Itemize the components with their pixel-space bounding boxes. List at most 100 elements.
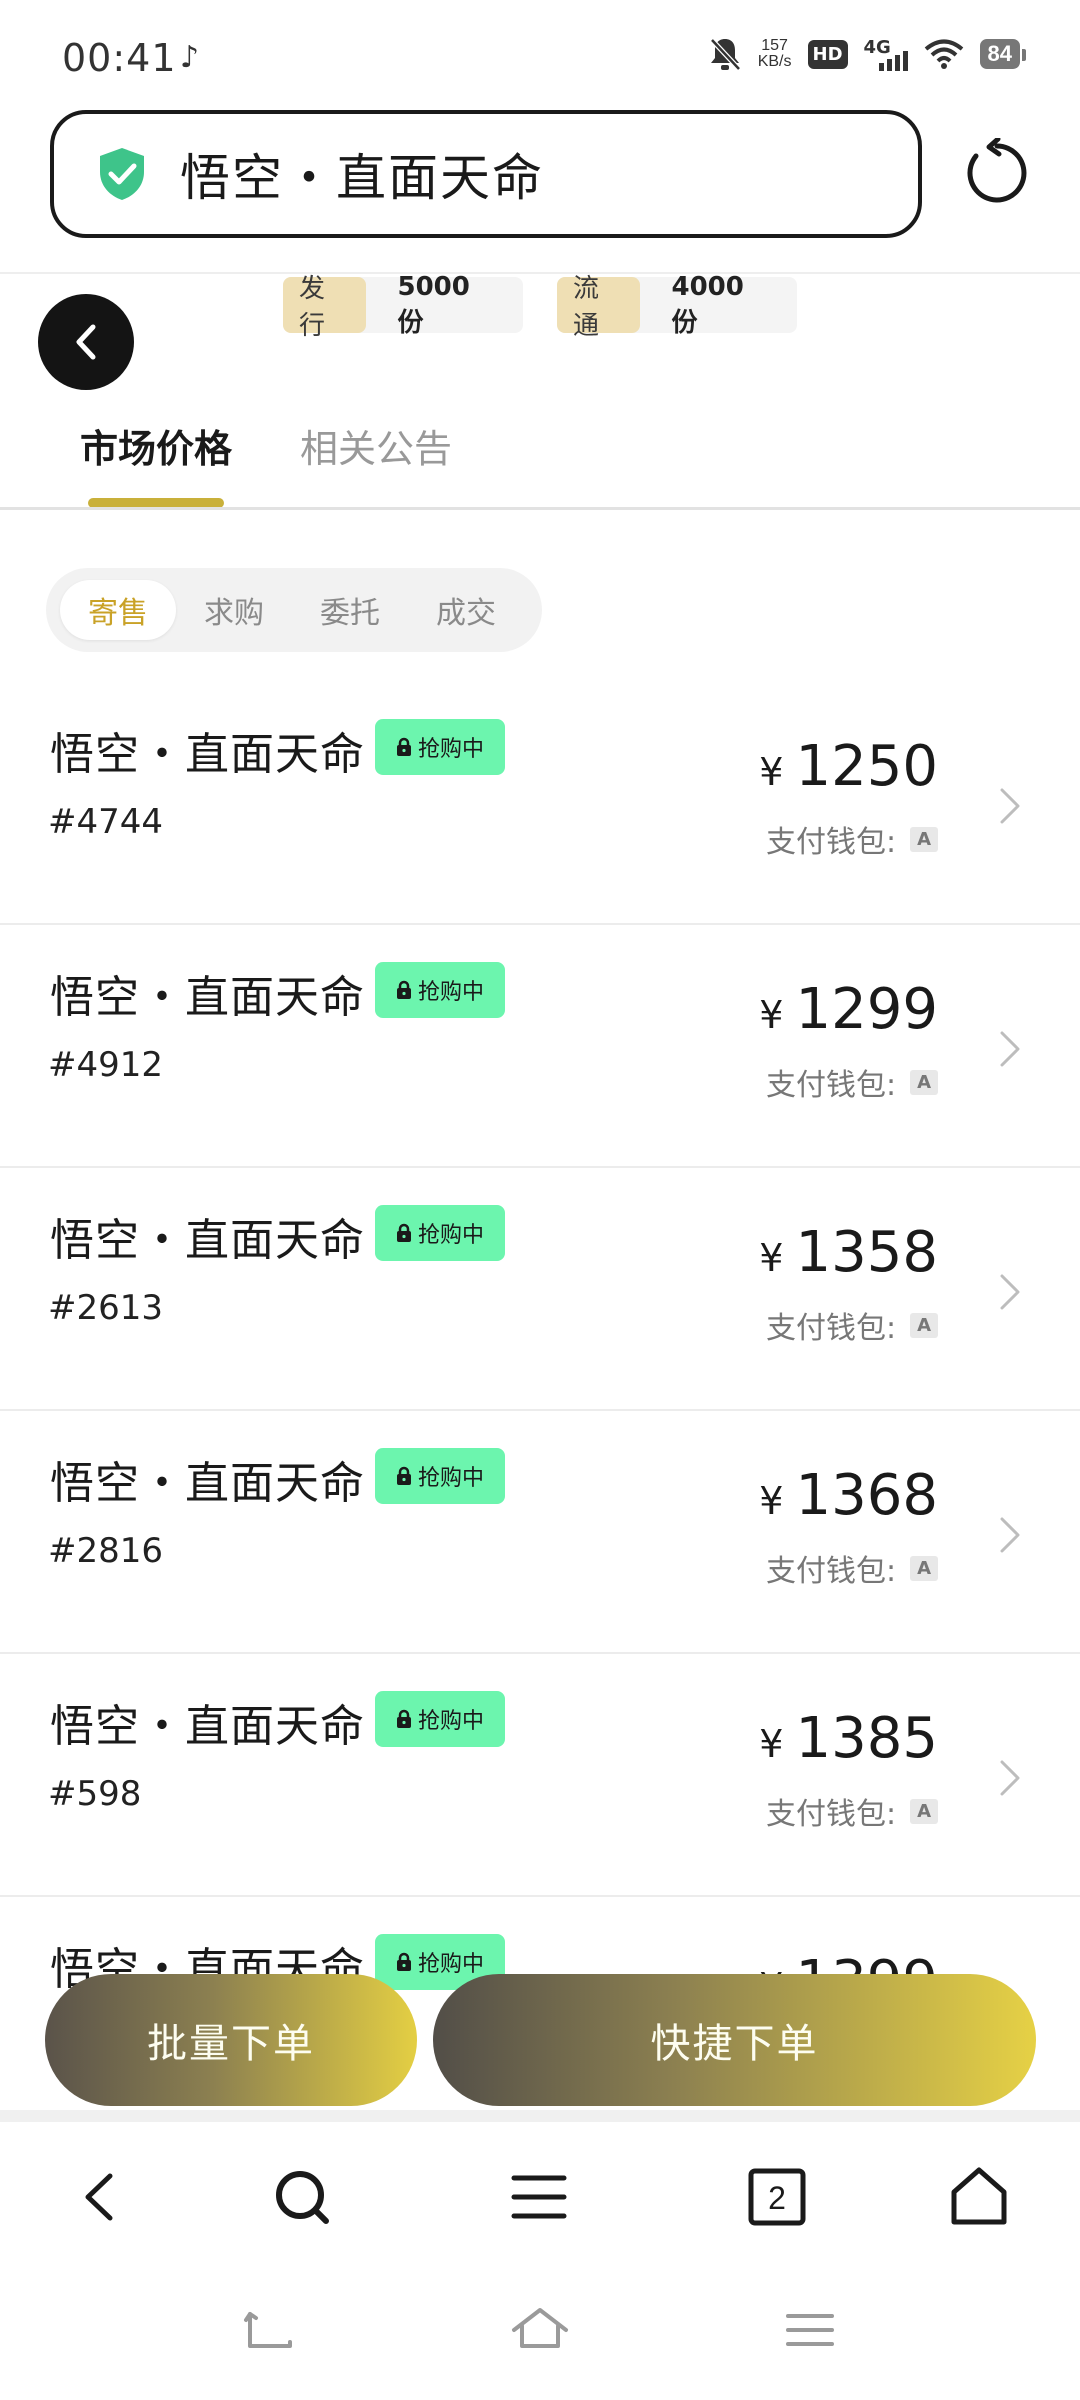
- price-amount: 1385: [795, 1706, 938, 1771]
- currency-symbol: ¥: [759, 1236, 784, 1280]
- price-amount: 1368: [795, 1463, 938, 1528]
- listing-filter: 寄售 求购 委托 成交: [46, 568, 542, 652]
- filter-consignment[interactable]: 寄售: [60, 580, 176, 640]
- address-bar[interactable]: 悟空・直面天命: [50, 110, 922, 238]
- price: ¥ 1299: [759, 977, 938, 1042]
- shield-check-icon: [100, 148, 144, 200]
- item-name: 悟空・直面天命: [50, 1458, 365, 1509]
- back-button[interactable]: [38, 294, 134, 390]
- circulation-chip: 流通 4000份: [557, 272, 797, 341]
- browser-toolbar: 2: [0, 2122, 1080, 2282]
- issue-value: 5000份: [397, 271, 470, 338]
- list-item[interactable]: 悟空・直面天命 抢购中 #4744 ¥ 1250 支付钱包: A: [0, 682, 1080, 925]
- badge-label: 抢购中: [417, 737, 484, 762]
- lock-icon: [396, 737, 411, 756]
- battery-icon: 84: [979, 39, 1027, 69]
- tabs-icon[interactable]: 2: [742, 2162, 812, 2232]
- currency-symbol: ¥: [759, 750, 784, 794]
- home-icon[interactable]: [944, 2162, 1014, 2232]
- speed-unit: KB/s: [757, 53, 792, 70]
- chevron-right-icon: [1000, 1517, 1020, 1553]
- lock-icon: [396, 1466, 411, 1485]
- price: ¥ 1358: [759, 1220, 938, 1285]
- badge-label: 抢购中: [417, 1952, 484, 1977]
- filter-commission[interactable]: 委托: [292, 580, 408, 640]
- wallet-info: 支付钱包: A: [766, 1789, 938, 1833]
- menu-icon[interactable]: [504, 2162, 574, 2232]
- badge-label: 抢购中: [417, 980, 484, 1005]
- tab-announcements[interactable]: 相关公告: [300, 418, 452, 473]
- system-nav-bar: [0, 2282, 1080, 2400]
- issue-label: 发行: [283, 274, 366, 341]
- tab-count: 2: [768, 2180, 786, 2216]
- back-arrow-icon[interactable]: [66, 2162, 136, 2232]
- circulation-label: 流通: [557, 274, 640, 341]
- badge-label: 抢购中: [417, 1466, 484, 1491]
- filter-deals[interactable]: 成交: [408, 580, 524, 640]
- filter-buy-request[interactable]: 求购: [176, 580, 292, 640]
- status-badge: 抢购中: [375, 719, 505, 775]
- search-icon[interactable]: [268, 2162, 338, 2232]
- serial-number: #4912: [48, 1045, 164, 1085]
- wifi-icon: [924, 39, 963, 69]
- list-item[interactable]: 悟空・直面天命 抢购中 #4912 ¥ 1299 支付钱包: A: [0, 925, 1080, 1168]
- serial-number: #598: [48, 1774, 142, 1814]
- lock-icon: [396, 1223, 411, 1242]
- chevron-right-icon: [1000, 1274, 1020, 1310]
- item-name: 悟空・直面天命: [50, 972, 365, 1023]
- serial-number: #2613: [48, 1288, 164, 1328]
- lock-icon: [396, 1709, 411, 1728]
- list-item[interactable]: 悟空・直面天命 抢购中 #2613 ¥ 1358 支付钱包: A: [0, 1168, 1080, 1411]
- refresh-icon[interactable]: [962, 138, 1032, 208]
- status-badge: 抢购中: [375, 1691, 505, 1747]
- badge-label: 抢购中: [417, 1223, 484, 1248]
- system-recents-icon[interactable]: [780, 2302, 840, 2362]
- serial-number: #4744: [48, 802, 164, 842]
- wallet-info: 支付钱包: A: [766, 817, 938, 861]
- status-bar: 00:41 ♪ 157 KB/s HD 4G 84: [0, 0, 1080, 105]
- chevron-right-icon: [1000, 1760, 1020, 1796]
- wallet-label: 支付钱包:: [765, 1797, 897, 1832]
- wallet-badge: A: [910, 1798, 938, 1824]
- lock-icon: [396, 1952, 411, 1971]
- price-amount: 1299: [795, 977, 938, 1042]
- price-amount: 1250: [795, 734, 938, 799]
- batch-order-button[interactable]: 批量下单: [45, 1974, 417, 2106]
- signal-icon: 4G: [864, 37, 908, 71]
- chevron-left-icon: [76, 324, 96, 360]
- serial-number: #2816: [48, 1531, 164, 1571]
- circulation-value: 4000份: [671, 271, 744, 338]
- issue-chip: 发行 5000份: [283, 272, 523, 341]
- chevron-right-icon: [1000, 1031, 1020, 1067]
- lock-icon: [396, 980, 411, 999]
- status-badge: 抢购中: [375, 962, 505, 1018]
- quick-order-button[interactable]: 快捷下单: [433, 1974, 1036, 2106]
- item-name: 悟空・直面天命: [50, 1701, 365, 1752]
- wallet-label: 支付钱包:: [765, 1068, 897, 1103]
- wallet-badge: A: [910, 1555, 938, 1581]
- page-title: 悟空・直面天命: [180, 149, 544, 207]
- list-item[interactable]: 悟空・直面天命 抢购中 #598 ¥ 1385 支付钱包: A: [0, 1654, 1080, 1897]
- price-amount: 1358: [795, 1220, 938, 1285]
- music-note-icon: ♪: [180, 40, 200, 75]
- status-time: 00:41: [62, 36, 177, 80]
- status-badge: 抢购中: [375, 1448, 505, 1504]
- tab-market-price[interactable]: 市场价格: [80, 418, 232, 473]
- wallet-badge: A: [910, 826, 938, 852]
- system-back-icon[interactable]: [240, 2302, 300, 2362]
- status-icons: 157 KB/s HD 4G 84: [708, 36, 1027, 72]
- currency-symbol: ¥: [759, 993, 784, 1037]
- wallet-info: 支付钱包: A: [766, 1303, 938, 1347]
- system-home-icon[interactable]: [510, 2302, 570, 2362]
- wallet-info: 支付钱包: A: [766, 1546, 938, 1590]
- list-item[interactable]: 悟空・直面天命 抢购中 #2816 ¥ 1368 支付钱包: A: [0, 1411, 1080, 1654]
- network-speed: 157 KB/s: [758, 38, 792, 70]
- currency-symbol: ¥: [759, 1479, 784, 1523]
- item-name: 悟空・直面天命: [50, 729, 365, 780]
- tabs-divider: [0, 507, 1080, 510]
- wallet-badge: A: [910, 1312, 938, 1338]
- header-divider: [0, 272, 1080, 274]
- speed-value: 157: [761, 37, 788, 54]
- wallet-label: 支付钱包:: [765, 1554, 897, 1589]
- price: ¥ 1368: [759, 1463, 938, 1528]
